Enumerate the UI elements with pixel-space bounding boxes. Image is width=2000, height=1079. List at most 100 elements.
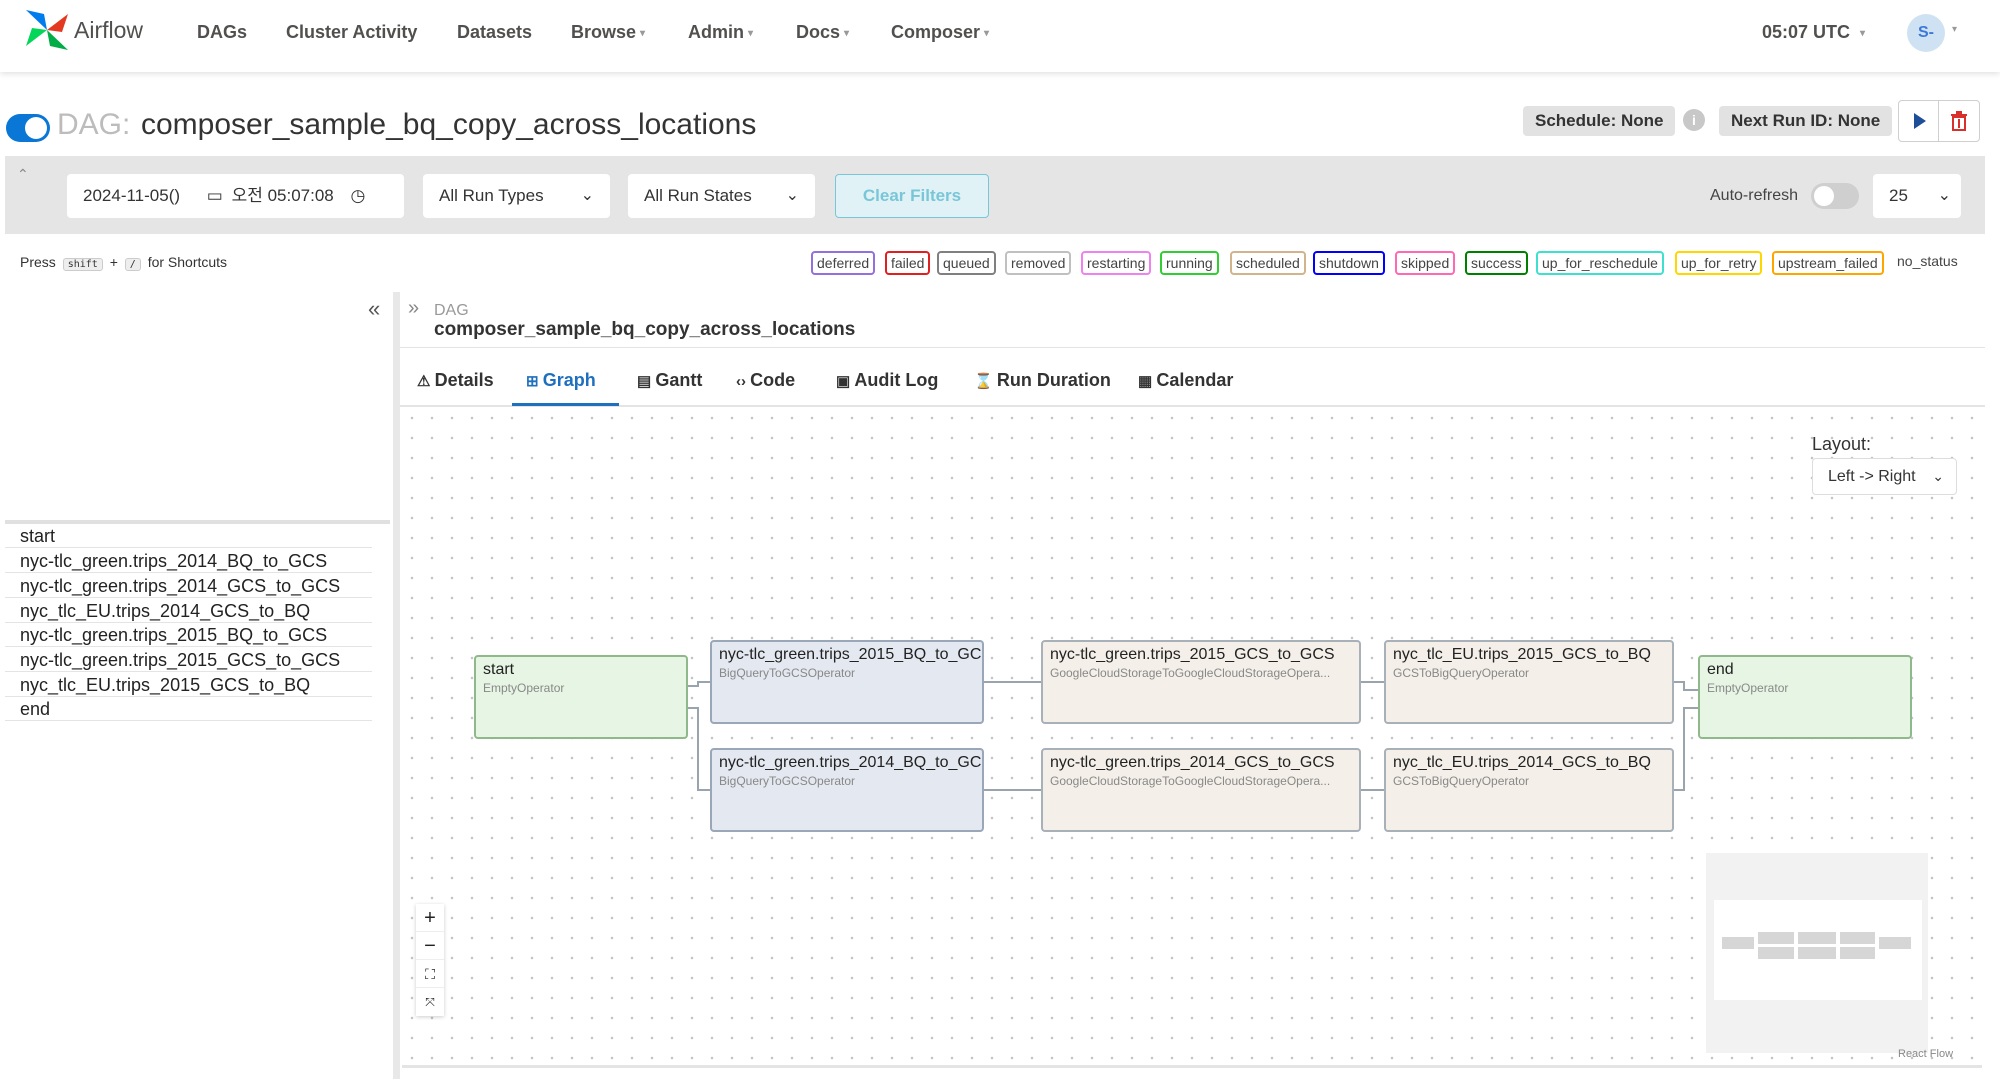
brand-name[interactable]: Airflow: [74, 17, 143, 44]
task-node[interactable]: nyc-tlc_green.trips_2015_BQ_to_GCS BigQue…: [710, 640, 984, 724]
tab-run-duration[interactable]: ⌛ Run Duration: [974, 370, 1111, 391]
state-no-status: no_status: [1893, 251, 1962, 275]
task-node[interactable]: end EmptyOperator: [1698, 655, 1912, 739]
press-text: Press: [20, 254, 56, 270]
nav-dags[interactable]: DAGs: [197, 22, 247, 43]
chevron-down-icon[interactable]: ▾: [1952, 24, 1957, 35]
state-deferred: deferred: [811, 251, 876, 275]
tab-audit-log[interactable]: ▣ Audit Log: [836, 370, 938, 391]
dag-pause-toggle[interactable]: [6, 114, 50, 142]
page-size-value: 25: [1889, 186, 1908, 205]
user-avatar[interactable]: S-: [1907, 14, 1945, 52]
panel-resize-handle[interactable]: [393, 292, 400, 1079]
run-types-value: All Run Types: [439, 186, 544, 205]
tab-details[interactable]: ⚠ Details: [417, 370, 494, 391]
task-list-item[interactable]: start: [5, 524, 372, 548]
clock-label: 05:07 UTC: [1762, 22, 1851, 42]
minimap-node: [1879, 937, 1911, 949]
tab-graph[interactable]: ⊞ Graph: [526, 370, 596, 391]
task-node-name: nyc_tlc_EU.trips_2014_GCS_to_BQ: [1393, 754, 1651, 771]
nav-browse-label: Browse: [571, 22, 637, 42]
nav-admin-label: Admin: [688, 22, 744, 42]
task-node[interactable]: nyc-tlc_green.trips_2014_GCS_to_GCS Googl…: [1041, 748, 1361, 832]
task-node[interactable]: nyc_tlc_EU.trips_2015_GCS_to_BQ GCSToBigQ…: [1384, 640, 1674, 724]
nav-datasets[interactable]: Datasets: [457, 22, 532, 43]
next-run-badge: Next Run ID: None: [1719, 106, 1893, 136]
airflow-logo-icon[interactable]: [22, 6, 72, 54]
minimap-node: [1798, 947, 1836, 959]
task-list-item[interactable]: nyc-tlc_green.trips_2014_BQ_to_GCS: [5, 549, 372, 573]
collapse-up-icon[interactable]: ⌃: [17, 166, 29, 183]
fullscreen-icon[interactable]: ⤧: [416, 988, 444, 1016]
nav-composer[interactable]: Composer ▾: [891, 22, 989, 43]
trash-icon: [1951, 111, 1967, 131]
clock-icon[interactable]: ◷: [350, 186, 365, 205]
task-node[interactable]: nyc-tlc_green.trips_2015_GCS_to_GCS Googl…: [1041, 640, 1361, 724]
graph-icon: ⊞: [526, 373, 543, 390]
state-restarting: restarting: [1081, 251, 1152, 275]
info-icon[interactable]: i: [1683, 109, 1705, 131]
utc-clock[interactable]: 05:07 UTC ▾: [1762, 22, 1865, 43]
nav-docs[interactable]: Docs ▾: [796, 22, 849, 43]
task-node-name: nyc_tlc_EU.trips_2015_GCS_to_BQ: [1393, 646, 1651, 663]
task-list-item[interactable]: nyc-tlc_green.trips_2015_BQ_to_GCS: [5, 623, 372, 647]
clear-filters-button[interactable]: Clear Filters: [835, 174, 989, 218]
divider: [400, 405, 1985, 407]
task-node[interactable]: nyc-tlc_green.trips_2014_BQ_to_GCS BigQue…: [710, 748, 984, 832]
collapse-left-icon[interactable]: «: [368, 296, 380, 322]
state-running: running: [1160, 251, 1219, 275]
delete-dag-button[interactable]: [1939, 101, 1979, 141]
minimap[interactable]: [1706, 853, 1928, 1053]
chevron-down-icon: ▾: [844, 27, 850, 39]
expand-right-icon[interactable]: »: [408, 297, 419, 320]
state-skipped: skipped: [1395, 251, 1456, 275]
gantt-icon: ▤: [637, 373, 656, 390]
zoom-out-button[interactable]: −: [416, 932, 444, 960]
task-list-item[interactable]: nyc_tlc_EU.trips_2014_GCS_to_BQ: [5, 599, 372, 623]
state-scheduled: scheduled: [1230, 251, 1306, 275]
graph-edge: [688, 707, 710, 791]
code-icon: ‹›: [736, 373, 751, 390]
nav-docs-label: Docs: [796, 22, 841, 42]
breadcrumb-dag-name[interactable]: composer_sample_bq_copy_across_locations: [434, 319, 855, 341]
date-value: 2024-11-05(): [83, 186, 181, 205]
page-size-select[interactable]: 25 ⌄: [1873, 174, 1961, 218]
task-list-item[interactable]: nyc_tlc_EU.trips_2015_GCS_to_BQ: [5, 673, 372, 697]
task-list-item[interactable]: nyc-tlc_green.trips_2014_GCS_to_GCS: [5, 574, 372, 598]
react-flow-attribution[interactable]: React Flow: [1898, 1048, 1953, 1060]
layout-select[interactable]: Left -> Right ⌄: [1812, 458, 1957, 495]
dag-actions: [1898, 100, 1980, 142]
auto-refresh-toggle[interactable]: [1811, 183, 1859, 209]
shortcut-hint: Press shift + / for Shortcuts: [20, 254, 227, 271]
chevron-down-icon: ⌄: [1932, 468, 1944, 484]
nav-admin[interactable]: Admin ▾: [688, 22, 753, 43]
calendar-icon[interactable]: ▭: [207, 186, 223, 205]
nav-browse[interactable]: Browse ▾: [571, 22, 645, 43]
task-node-operator: BigQueryToGCSOperator: [719, 774, 856, 788]
base-date-input[interactable]: 2024-11-05() ▭ 오전 05:07:08 ◷: [67, 174, 404, 218]
nav-cluster-activity[interactable]: Cluster Activity: [286, 22, 417, 43]
task-node[interactable]: nyc_tlc_EU.trips_2014_GCS_to_BQ GCSToBigQ…: [1384, 748, 1674, 832]
graph-edge: [1674, 681, 1698, 691]
run-types-select[interactable]: All Run Types ⌄: [423, 174, 610, 218]
run-states-value: All Run States: [644, 186, 752, 205]
tab-code[interactable]: ‹› Code: [736, 370, 795, 391]
task-node-name: end: [1707, 661, 1734, 678]
task-node[interactable]: start EmptyOperator: [474, 655, 688, 739]
chevron-down-icon: ▾: [984, 27, 990, 39]
tab-gantt[interactable]: ▤ Gantt: [637, 370, 702, 391]
tab-calendar[interactable]: ▦ Calendar: [1138, 370, 1233, 391]
dag-prefix-label: DAG:: [57, 108, 131, 141]
task-list-item[interactable]: nyc-tlc_green.trips_2015_GCS_to_GCS: [5, 648, 372, 672]
graph-edge: [1674, 707, 1698, 791]
zoom-in-button[interactable]: +: [416, 904, 444, 932]
task-list-item[interactable]: end: [5, 697, 372, 721]
run-states-select[interactable]: All Run States ⌄: [628, 174, 815, 218]
graph-canvas[interactable]: start EmptyOperator nyc-tlc_green.trips_20…: [402, 408, 1982, 1068]
graph-edge: [688, 681, 710, 687]
tab-label: Graph: [542, 370, 596, 390]
state-queued: queued: [937, 251, 996, 275]
fit-view-button[interactable]: ⛶: [416, 960, 444, 988]
filter-bar: ⌃ 2024-11-05() ▭ 오전 05:07:08 ◷ All Run T…: [5, 156, 1985, 234]
trigger-dag-button[interactable]: [1899, 101, 1939, 141]
